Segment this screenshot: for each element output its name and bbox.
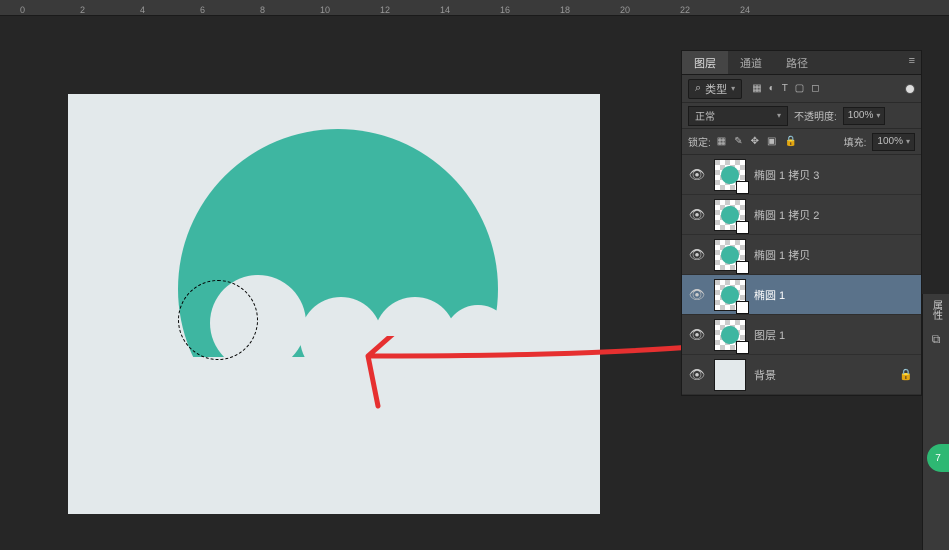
visibility-eye-icon[interactable]: 👁 xyxy=(688,167,706,183)
layer-thumbnail[interactable] xyxy=(714,199,746,231)
blend-row: 正常 ▾ 不透明度: 100% ▾ xyxy=(682,103,921,129)
notification-badge[interactable]: 7 xyxy=(927,444,949,472)
layer-name-label[interactable]: 椭圆 1 拷贝 xyxy=(754,247,915,263)
layer-thumbnail[interactable] xyxy=(714,319,746,351)
lock-row: 锁定: ▦ ✎ ✥ ▣ 🔒 填充: 100% ▾ xyxy=(682,129,921,155)
panel-menu-icon[interactable]: ≡ xyxy=(903,51,921,74)
collapsed-panel-strip: 属性 ⧉ xyxy=(922,294,949,550)
scallop-4 xyxy=(444,305,512,373)
lock-position-icon[interactable]: ✥ xyxy=(751,136,759,147)
visibility-eye-icon[interactable]: 👁 xyxy=(688,367,706,383)
opacity-input[interactable]: 100% ▾ xyxy=(843,107,886,125)
filter-smart-icon[interactable]: ◻ xyxy=(811,83,819,94)
visibility-eye-icon[interactable]: 👁 xyxy=(688,247,706,263)
chevron-down-icon: ▾ xyxy=(876,111,880,120)
layer-row[interactable]: 👁 椭圆 1 拷贝 3 xyxy=(682,155,921,195)
layers-panel: 图层 通道 路径 ≡ ⌕ 类型 ▾ ▦ ◐ T ▢ ◻ 正常 ▾ xyxy=(681,50,922,396)
filter-kind-select[interactable]: ⌕ 类型 ▾ xyxy=(688,79,742,99)
fill-input[interactable]: 100% ▾ xyxy=(872,133,915,151)
chevron-down-icon: ▾ xyxy=(906,137,910,146)
lock-artboard-icon[interactable]: ▣ xyxy=(767,136,776,147)
filter-kind-label: 类型 xyxy=(705,81,727,97)
layer-name-label[interactable]: 椭圆 1 拷贝 3 xyxy=(754,167,915,183)
layer-thumbnail[interactable] xyxy=(714,279,746,311)
search-icon: ⌕ xyxy=(695,82,701,95)
layer-thumbnail[interactable] xyxy=(714,159,746,191)
lock-all-icon[interactable]: 🔒 xyxy=(784,136,796,147)
ruler-horizontal: 024681012141618202224 xyxy=(0,0,949,16)
filter-type-icon[interactable]: T xyxy=(782,83,788,94)
layer-thumbnail[interactable] xyxy=(714,359,746,391)
lock-icon: 🔒 xyxy=(899,368,913,381)
layer-thumbnail[interactable] xyxy=(714,239,746,271)
layer-row-selected[interactable]: 👁 椭圆 1 xyxy=(682,275,921,315)
chevron-down-icon: ▾ xyxy=(777,111,781,120)
layer-row[interactable]: 👁 椭圆 1 拷贝 xyxy=(682,235,921,275)
opacity-value: 100% xyxy=(848,110,874,121)
visibility-eye-icon[interactable]: 👁 xyxy=(688,287,706,303)
visibility-eye-icon[interactable]: 👁 xyxy=(688,207,706,223)
blend-mode-value: 正常 xyxy=(695,108,715,123)
lock-label: 锁定: xyxy=(688,134,711,149)
layer-list: 👁 椭圆 1 拷贝 3 👁 椭圆 1 拷贝 2 👁 椭圆 1 拷贝 👁 椭圆 1 xyxy=(682,155,921,395)
layer-row[interactable]: 👁 背景 🔒 xyxy=(682,355,921,395)
link-icon[interactable]: ⧉ xyxy=(932,332,941,347)
layer-name-label[interactable]: 椭圆 1 xyxy=(754,287,915,303)
layer-name-label[interactable]: 图层 1 xyxy=(754,327,915,343)
layer-name-label[interactable]: 背景 xyxy=(754,367,891,383)
layer-row[interactable]: 👁 图层 1 xyxy=(682,315,921,355)
opacity-label: 不透明度: xyxy=(794,108,837,123)
marquee-selection xyxy=(178,280,258,360)
fill-label: 填充: xyxy=(844,134,867,149)
filter-image-icon[interactable]: ▦ xyxy=(752,83,761,94)
lock-paint-icon[interactable]: ✎ xyxy=(734,136,742,147)
properties-panel-tab[interactable]: 属性 xyxy=(929,300,944,320)
panel-tabs: 图层 通道 路径 ≡ xyxy=(682,51,921,75)
layer-name-label[interactable]: 椭圆 1 拷贝 2 xyxy=(754,207,915,223)
tab-channels[interactable]: 通道 xyxy=(728,51,774,74)
filter-shape-icon[interactable]: ▢ xyxy=(795,83,804,94)
fill-value: 100% xyxy=(877,136,903,147)
chevron-down-icon: ▾ xyxy=(731,84,735,93)
blend-mode-select[interactable]: 正常 ▾ xyxy=(688,106,788,126)
tab-paths[interactable]: 路径 xyxy=(774,51,820,74)
tab-layers[interactable]: 图层 xyxy=(682,51,728,74)
filter-adjust-icon[interactable]: ◐ xyxy=(769,83,775,94)
visibility-eye-icon[interactable]: 👁 xyxy=(688,327,706,343)
lock-transparency-icon[interactable]: ▦ xyxy=(717,136,726,147)
scallop-2 xyxy=(300,297,382,379)
layer-filter-row: ⌕ 类型 ▾ ▦ ◐ T ▢ ◻ xyxy=(682,75,921,103)
canvas[interactable] xyxy=(68,94,600,514)
layer-row[interactable]: 👁 椭圆 1 拷贝 2 xyxy=(682,195,921,235)
filter-toggle[interactable] xyxy=(905,84,915,94)
